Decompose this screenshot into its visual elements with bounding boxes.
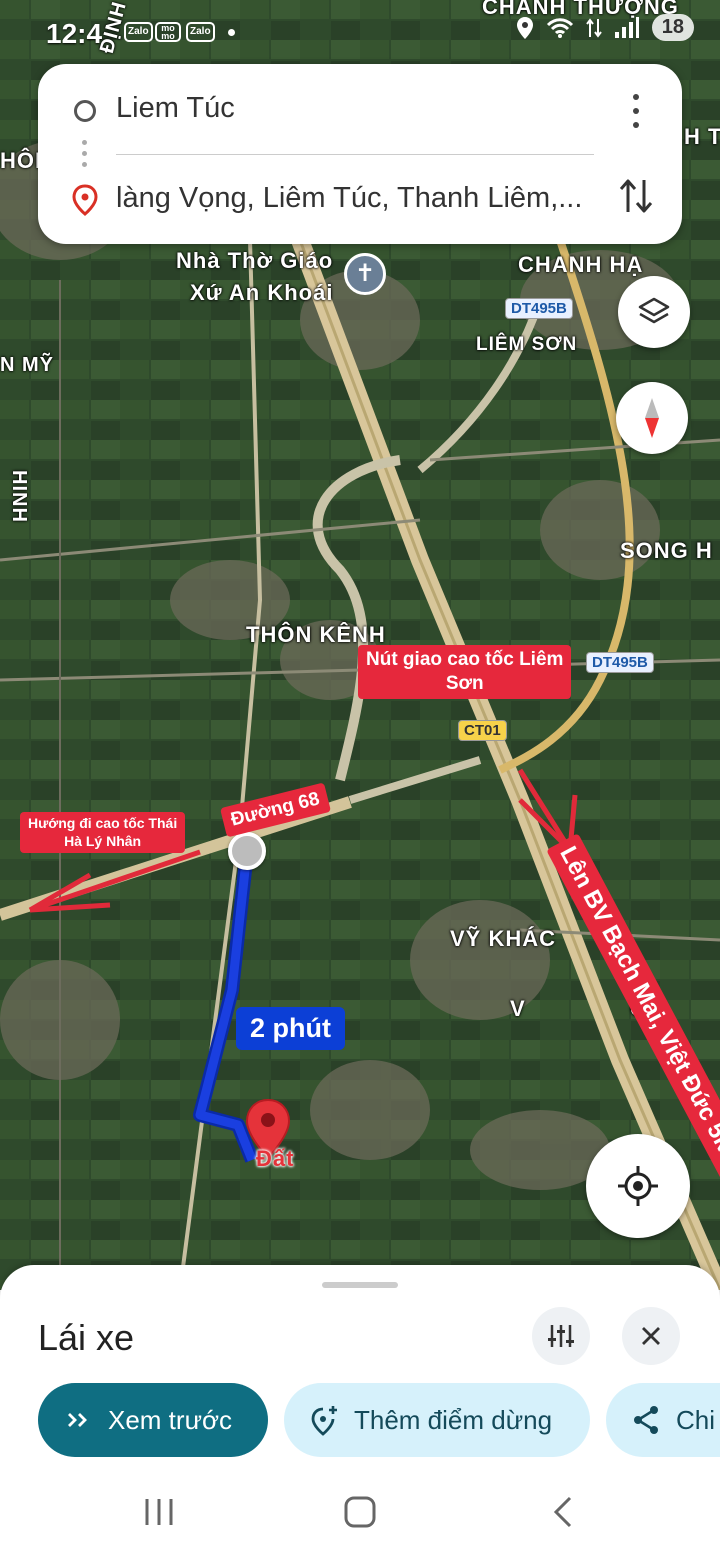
system-navigation-bar — [0, 1466, 720, 1559]
layers-icon — [638, 297, 670, 324]
map-label-church-2: Xứ An Khoái — [190, 280, 334, 305]
status-right: 18 — [516, 14, 694, 41]
annotation-junction-line1: Nút giao cao tốc Liêm — [366, 649, 564, 670]
location-icon — [516, 16, 533, 39]
origin-circle-icon — [74, 100, 96, 122]
compass-icon — [645, 398, 659, 438]
annotation-junction: Nút giao cao tốc Liêm Sơn — [358, 645, 572, 699]
status-time: 12:4 — [46, 18, 103, 49]
tune-icon — [548, 1325, 574, 1347]
annotation-junction-line2: Sơn — [445, 672, 484, 694]
travel-mode-title: Lái xe — [38, 1317, 135, 1358]
annotation-west-line1: Hướng đi cao tốc Thái — [28, 815, 178, 831]
destination-field[interactable]: làng Vọng, Liêm Túc, Thanh Liêm,... — [116, 182, 582, 215]
share-icon — [634, 1406, 658, 1434]
more-dot-icon — [633, 122, 639, 128]
share-chip[interactable]: Chi — [606, 1383, 720, 1457]
map-label-hinh: HINH — [8, 470, 30, 523]
more-options-button[interactable] — [626, 94, 646, 128]
battery-indicator: 18 — [651, 14, 694, 41]
compass-button[interactable] — [616, 382, 688, 454]
road-badge-dt495b-mid: DT495B — [586, 652, 654, 673]
map-label-h-t: H T — [684, 124, 720, 149]
route-dots-icon — [82, 140, 88, 170]
map-label-vy-khac: VỸ KHÁC — [450, 926, 557, 951]
more-dot-icon — [633, 108, 639, 114]
swap-directions-button[interactable] — [618, 176, 654, 216]
route-start-point — [228, 832, 266, 870]
preview-chip-label: Xem trước — [108, 1404, 233, 1435]
route-search-card: Liem Túc làng Vọng, Liêm Túc, Thanh Liêm… — [38, 64, 682, 244]
add-stop-chip[interactable]: Thêm điểm dừng — [284, 1383, 590, 1457]
status-app-zalo-2: Zalo — [186, 22, 215, 42]
double-chevron-icon — [68, 1413, 87, 1427]
layers-button[interactable] — [618, 276, 690, 348]
route-options-button[interactable] — [532, 1307, 590, 1365]
close-directions-button[interactable] — [622, 1307, 680, 1365]
destination-label: Đất — [256, 1146, 295, 1171]
my-location-icon — [618, 1166, 658, 1206]
add-stop-chip-label: Thêm điểm dừng — [354, 1404, 553, 1435]
status-app-momo: mo mo — [155, 22, 181, 42]
map-label-n-my: N MỸ — [0, 354, 54, 376]
destination-pin-icon — [72, 184, 98, 216]
annotation-west: Hướng đi cao tốc Thái Hà Lý Nhân — [20, 812, 186, 853]
origin-field[interactable]: Liem Túc — [116, 92, 235, 125]
map-label-v: V — [510, 996, 526, 1021]
map-label-liem-son: LIÊM SƠN — [476, 334, 578, 355]
home-button[interactable] — [344, 1496, 376, 1528]
map-label-chanh-ha: CHANH HẠ — [518, 252, 644, 277]
more-dot-icon — [633, 94, 639, 100]
preview-chip[interactable]: Xem trước — [38, 1383, 268, 1457]
close-icon — [642, 1327, 660, 1345]
status-dot — [228, 29, 235, 36]
sheet-drag-handle[interactable] — [322, 1282, 398, 1288]
signal-icon — [614, 16, 639, 38]
route-duration-label[interactable]: 2 phút — [236, 1007, 345, 1050]
status-app-zalo-1: Zalo — [124, 22, 153, 42]
field-divider — [116, 154, 594, 155]
add-location-icon — [311, 1406, 337, 1436]
share-chip-label: Chi — [676, 1404, 716, 1435]
status-bar: 12:4 Zalo mo mo Zalo 18 — [0, 0, 720, 64]
church-icon[interactable]: ✝ — [344, 253, 386, 295]
back-button[interactable] — [553, 1496, 572, 1528]
my-location-button[interactable] — [586, 1134, 690, 1238]
data-arrows-icon — [585, 17, 602, 38]
recents-button[interactable] — [145, 1499, 173, 1525]
road-badge-ct01: CT01 — [458, 720, 507, 741]
road-badge-dt495b-top: DT495B — [505, 298, 573, 319]
wifi-icon — [546, 17, 573, 38]
map-label-church-1: Nhà Thờ Giáo — [176, 248, 334, 273]
map-label-song-h: SONG H — [620, 538, 713, 563]
annotation-west-line2: Hà Lý Nhân — [64, 832, 142, 849]
